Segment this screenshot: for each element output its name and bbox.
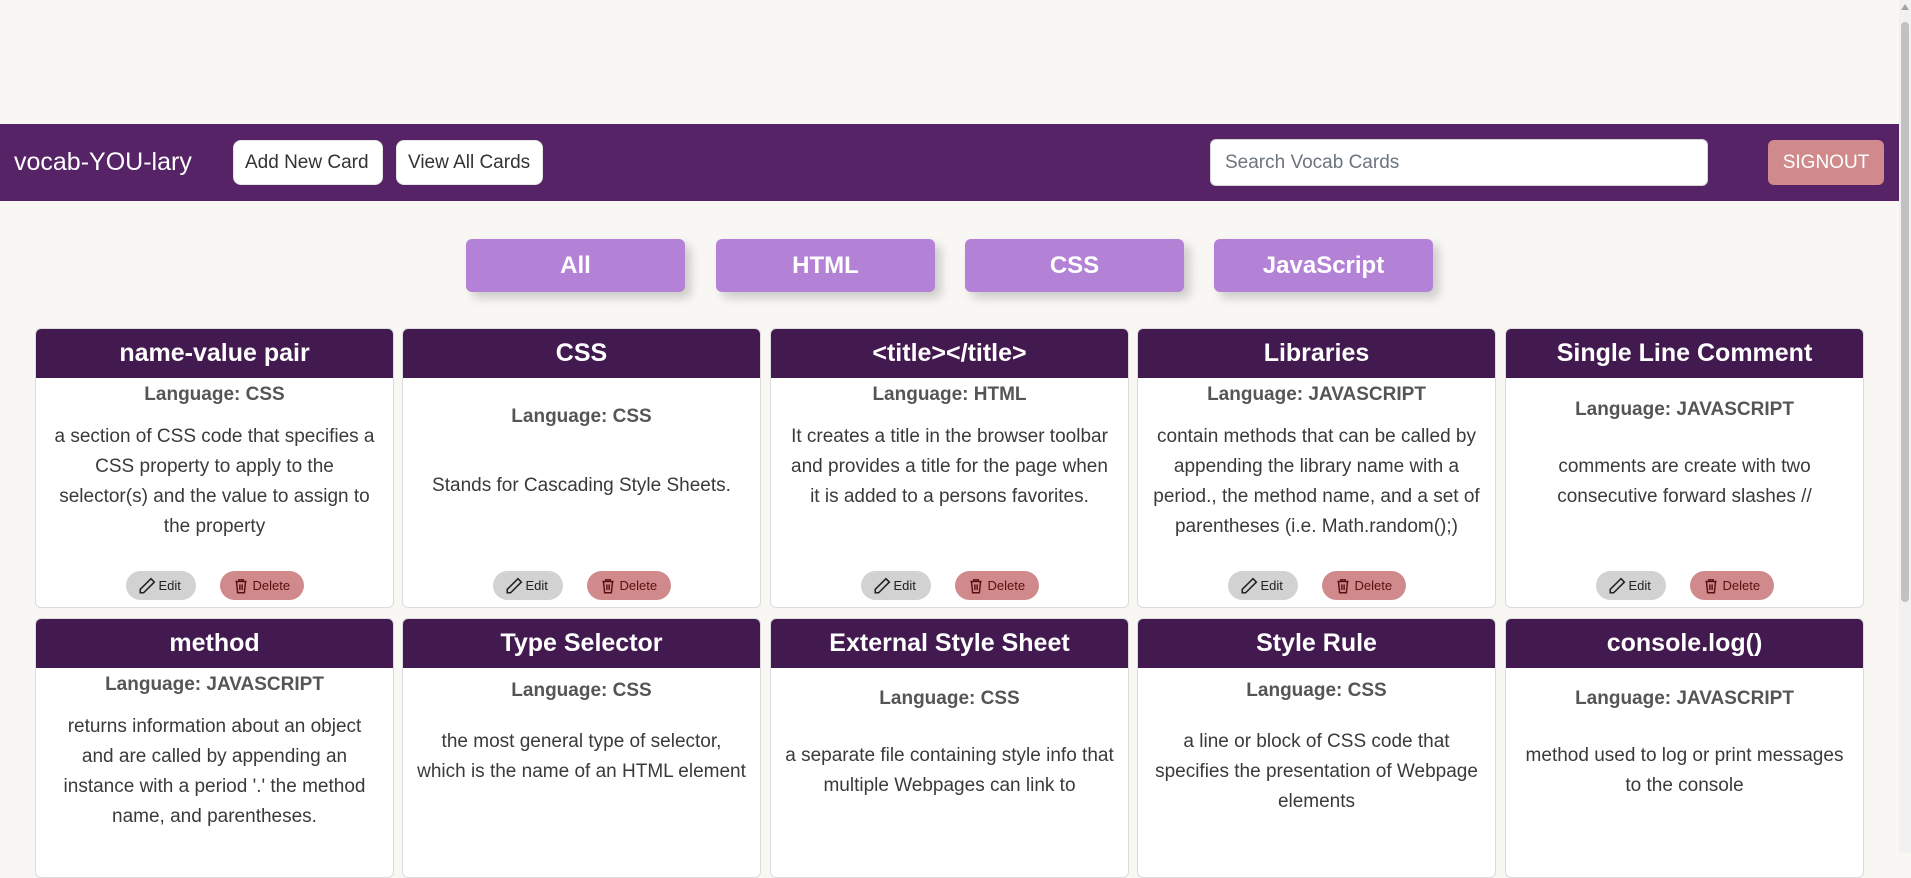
edit-button[interactable]: Edit — [492, 571, 563, 600]
delete-button[interactable]: Delete — [1321, 571, 1406, 600]
filter-javascript-button[interactable]: JavaScript — [1214, 239, 1433, 292]
vocab-card: <title></title> Language: HTML It create… — [770, 328, 1129, 608]
edit-label: Edit — [158, 578, 181, 593]
filter-all-button[interactable]: All — [466, 239, 685, 292]
card-language: Language: CSS — [511, 680, 652, 701]
card-body: Language: JAVASCRIPT method used to log … — [1506, 668, 1863, 801]
scrollbar-thumb[interactable] — [1901, 22, 1909, 602]
card-definition: a line or block of CSS code that specifi… — [1155, 731, 1478, 812]
edit-label: Edit — [893, 578, 916, 593]
card-definition: Stands for Cascading Style Sheets. — [432, 475, 731, 496]
card-language: Language: CSS — [1246, 680, 1387, 701]
pencil-icon — [1608, 577, 1626, 595]
delete-button[interactable]: Delete — [954, 571, 1039, 600]
scroll-up-arrow-icon[interactable] — [1901, 4, 1909, 10]
card-body: Language: JAVASCRIPT comments are create… — [1506, 378, 1863, 607]
card-title: method — [36, 619, 393, 668]
card-body: Language: JAVASCRIPT returns information… — [36, 668, 393, 832]
card-actions: Edit Delete — [36, 571, 393, 600]
vocab-card: method Language: JAVASCRIPT returns info… — [35, 618, 394, 878]
card-language: Language: JAVASCRIPT — [105, 674, 324, 695]
filter-css-button[interactable]: CSS — [965, 239, 1184, 292]
card-body: Language: CSS the most general type of s… — [403, 668, 760, 787]
edit-button[interactable]: Edit — [860, 571, 931, 600]
pencil-icon — [873, 577, 891, 595]
card-title: Single Line Comment — [1506, 329, 1863, 378]
card-title: console.log() — [1506, 619, 1863, 668]
pencil-icon — [505, 577, 523, 595]
edit-label: Edit — [1628, 578, 1651, 593]
edit-button[interactable]: Edit — [1227, 571, 1298, 600]
card-actions: Edit Delete — [771, 571, 1128, 600]
delete-label: Delete — [619, 578, 658, 593]
card-title: External Style Sheet — [771, 619, 1128, 668]
trash-icon — [599, 577, 617, 595]
card-definition: method used to log or print messages to … — [1525, 745, 1844, 796]
delete-label: Delete — [252, 578, 291, 593]
delete-button[interactable]: Delete — [219, 571, 304, 600]
card-definition: contain methods that can be called by ap… — [1153, 426, 1480, 537]
edit-label: Edit — [525, 578, 548, 593]
card-language: Language: JAVASCRIPT — [1575, 399, 1794, 420]
card-title: CSS — [403, 329, 760, 378]
card-body: Language: CSS Stands for Cascading Style… — [403, 378, 760, 607]
delete-button[interactable]: Delete — [586, 571, 671, 600]
card-title: name-value pair — [36, 329, 393, 378]
vocab-card: name-value pair Language: CSS a section … — [35, 328, 394, 608]
card-definition: returns information about an object and … — [63, 716, 366, 827]
vocab-card: External Style Sheet Language: CSS a sep… — [770, 618, 1129, 878]
card-language: Language: CSS — [144, 384, 285, 405]
vocab-card: console.log() Language: JAVASCRIPT metho… — [1505, 618, 1864, 878]
card-actions: Edit Delete — [1138, 571, 1495, 600]
card-language: Language: CSS — [879, 688, 1020, 709]
card-title: Type Selector — [403, 619, 760, 668]
card-title: <title></title> — [771, 329, 1128, 378]
card-body: Language: CSS a line or block of CSS cod… — [1138, 668, 1495, 817]
trash-icon — [967, 577, 985, 595]
delete-button[interactable]: Delete — [1689, 571, 1774, 600]
vocab-card: Single Line Comment Language: JAVASCRIPT… — [1505, 328, 1864, 608]
card-definition: the most general type of selector, which… — [417, 731, 746, 782]
filter-html-button[interactable]: HTML — [716, 239, 935, 292]
card-definition: It creates a title in the browser toolba… — [791, 426, 1108, 507]
edit-button[interactable]: Edit — [125, 571, 196, 600]
card-title: Style Rule — [1138, 619, 1495, 668]
vocab-card: Libraries Language: JAVASCRIPT contain m… — [1137, 328, 1496, 608]
search-input[interactable] — [1210, 139, 1708, 186]
page-scrollbar[interactable] — [1899, 0, 1911, 853]
vocab-card: CSS Language: CSS Stands for Cascading S… — [402, 328, 761, 608]
card-definition: comments are create with two consecutive… — [1557, 456, 1812, 507]
card-language: Language: HTML — [872, 384, 1027, 405]
pencil-icon — [138, 577, 156, 595]
delete-label: Delete — [1722, 578, 1761, 593]
vocab-card: Type Selector Language: CSS the most gen… — [402, 618, 761, 878]
view-all-cards-button[interactable]: View All Cards — [396, 140, 543, 185]
trash-icon — [1334, 577, 1352, 595]
trash-icon — [232, 577, 250, 595]
navbar: vocab-YOU-lary Add New Card View All Car… — [0, 124, 1899, 201]
card-definition: a section of CSS code that specifies a C… — [54, 426, 375, 537]
vocab-card: Style Rule Language: CSS a line or block… — [1137, 618, 1496, 878]
card-actions: Edit Delete — [1506, 571, 1863, 600]
signout-button[interactable]: SIGNOUT — [1768, 140, 1884, 185]
edit-button[interactable]: Edit — [1595, 571, 1666, 600]
card-language: Language: JAVASCRIPT — [1207, 384, 1426, 405]
card-language: Language: JAVASCRIPT — [1575, 688, 1794, 709]
brand-title[interactable]: vocab-YOU-lary — [14, 124, 192, 201]
card-title: Libraries — [1138, 329, 1495, 378]
card-body: Language: JAVASCRIPT contain methods tha… — [1138, 378, 1495, 607]
card-language: Language: CSS — [511, 406, 652, 427]
delete-label: Delete — [1354, 578, 1393, 593]
card-definition: a separate file containing style info th… — [785, 745, 1114, 796]
add-new-card-button[interactable]: Add New Card — [233, 140, 383, 185]
pencil-icon — [1240, 577, 1258, 595]
card-body: Language: CSS a separate file containing… — [771, 668, 1128, 801]
trash-icon — [1702, 577, 1720, 595]
card-body: Language: CSS a section of CSS code that… — [36, 378, 393, 607]
delete-label: Delete — [987, 578, 1026, 593]
card-actions: Edit Delete — [403, 571, 760, 600]
edit-label: Edit — [1260, 578, 1283, 593]
card-body: Language: HTML It creates a title in the… — [771, 378, 1128, 607]
